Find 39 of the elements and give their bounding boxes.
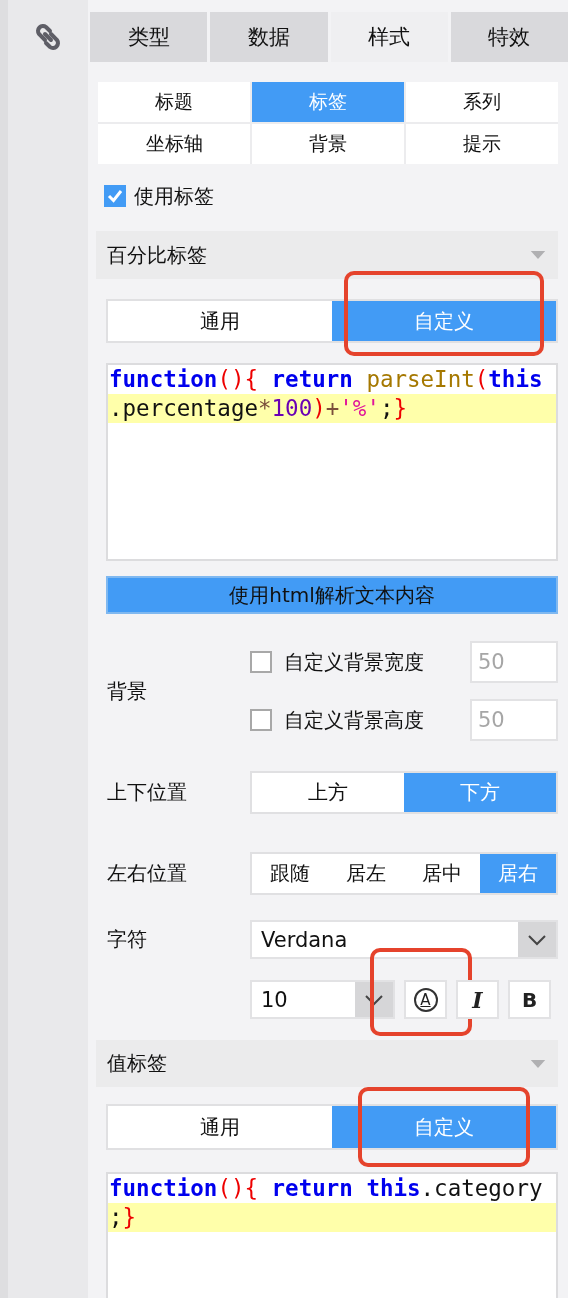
checkbox[interactable] [250, 651, 272, 673]
section-title: 值标签 [107, 1050, 167, 1077]
font-color-button[interactable]: A [404, 980, 447, 1019]
tab[interactable]: 样式 [330, 12, 448, 62]
sub-tab[interactable]: 坐标轴 [98, 124, 250, 164]
dropdown-caret-icon[interactable] [530, 1058, 546, 1069]
chevron-down-icon[interactable] [527, 933, 547, 946]
html-parse-button[interactable]: 使用html解析文本内容 [106, 576, 558, 614]
checkbox[interactable] [250, 709, 272, 731]
section-header[interactable]: 百分比标签 [96, 231, 558, 279]
field-label: 左右位置 [107, 860, 188, 887]
code-line: function(){ return this.category [108, 1174, 544, 1203]
size-select[interactable]: 10 [250, 980, 395, 1019]
font-select[interactable]: Verdana [250, 920, 558, 959]
checkbox-label: 自定义背景高度 [284, 706, 425, 734]
tab[interactable]: 特效 [450, 12, 568, 62]
dropdown-caret-icon[interactable] [530, 250, 546, 260]
field-label: 背景 [107, 677, 148, 705]
sub-tab[interactable]: 标题 [98, 82, 250, 122]
checkbox-label: 使用标签 [134, 182, 214, 210]
field-label: 上下位置 [107, 779, 188, 806]
sub-tab[interactable]: 提示 [406, 124, 558, 164]
chevron-down-icon[interactable] [364, 993, 384, 1006]
tab[interactable]: 数据 [210, 12, 328, 62]
section-header[interactable]: 值标签 [96, 1040, 558, 1087]
input-field[interactable]: 50 [470, 641, 558, 683]
code-line: function(){ return parseInt(this [108, 365, 544, 394]
checkbox[interactable] [104, 185, 126, 207]
checkbox-label: 自定义背景宽度 [284, 648, 425, 676]
section-title: 百分比标签 [107, 241, 207, 269]
bold-button[interactable]: B [508, 980, 551, 1019]
sub-tab[interactable]: 背景 [252, 124, 404, 164]
code-editor[interactable]: function(){ return this.category ;} [106, 1172, 558, 1298]
input-field[interactable]: 50 [470, 699, 558, 741]
sub-tab[interactable]: 系列 [406, 82, 558, 122]
field-label: 字符 [107, 926, 148, 953]
code-editor[interactable]: function(){ return parseInt(this .percentage*100)+'%';} [106, 363, 558, 561]
tab[interactable]: 类型 [90, 12, 208, 62]
italic-button[interactable]: I [456, 980, 499, 1019]
